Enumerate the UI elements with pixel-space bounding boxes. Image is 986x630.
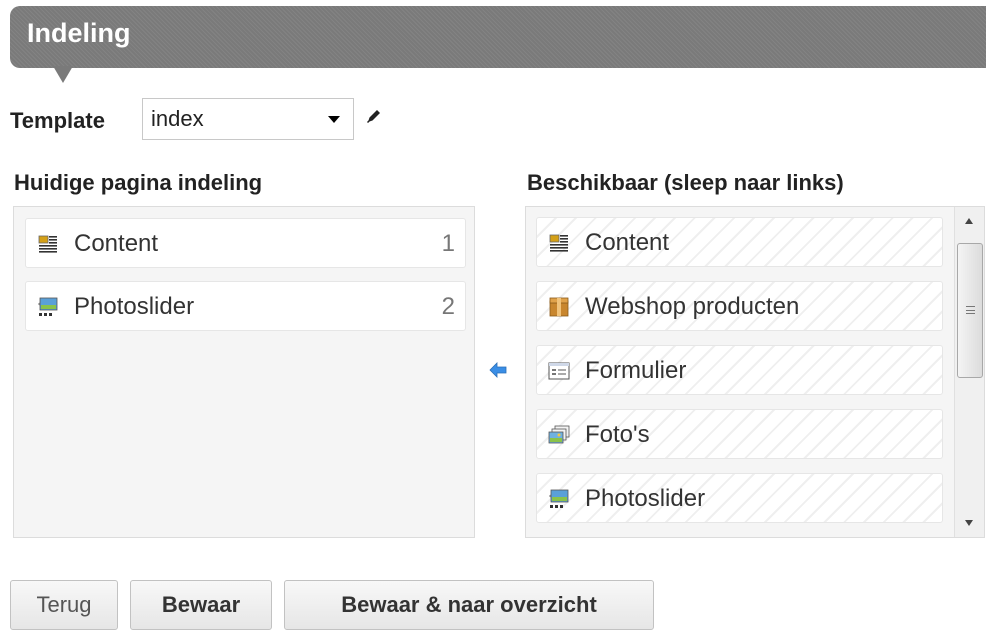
available-heading: Beschikbaar (sleep naar links) — [527, 170, 844, 195]
list-item[interactable]: Content — [536, 217, 943, 267]
scroll-up-arrow-icon[interactable] — [965, 218, 973, 224]
back-button[interactable]: Terug — [10, 580, 118, 630]
photoslider-icon — [549, 489, 569, 508]
pencil-icon[interactable] — [364, 106, 384, 126]
template-label: Template — [10, 108, 105, 133]
scroll-thumb[interactable] — [957, 243, 983, 378]
current-layout-heading: Huidige pagina indeling — [14, 170, 263, 195]
webshop-box-icon — [549, 297, 569, 317]
list-item[interactable]: Webshop producten — [536, 281, 943, 331]
section-title: Indeling — [27, 18, 131, 48]
list-item[interactable]: Photoslider — [536, 473, 943, 523]
list-item[interactable]: Formulier — [536, 345, 943, 395]
section-header: Indeling — [10, 6, 986, 68]
template-select-value: index — [151, 106, 204, 131]
arrow-left-icon — [489, 362, 507, 378]
list-item[interactable]: Photoslider 2 — [25, 281, 466, 331]
available-list[interactable]: Content Webshop producten Formulier Foto… — [525, 206, 985, 538]
list-item-label: Formulier — [585, 357, 687, 384]
list-item-order: 2 — [441, 293, 455, 320]
list-item-label: Foto's — [585, 421, 650, 448]
photos-icon — [548, 425, 570, 444]
available-scrollbar[interactable] — [954, 207, 984, 537]
content-icon — [38, 235, 57, 253]
chevron-down-icon — [328, 116, 340, 123]
list-item[interactable]: Content 1 — [25, 218, 466, 268]
save-and-overview-button[interactable]: Bewaar & naar overzicht — [284, 580, 654, 630]
photoslider-icon — [38, 297, 58, 316]
form-icon — [548, 362, 570, 380]
save-button[interactable]: Bewaar — [130, 580, 272, 630]
list-item-label: Content — [74, 230, 159, 257]
list-item-label: Webshop producten — [585, 293, 800, 320]
header-pointer — [53, 66, 73, 83]
grip-icon — [966, 306, 975, 314]
scroll-down-arrow-icon[interactable] — [965, 520, 973, 526]
list-item[interactable]: Foto's — [536, 409, 943, 459]
template-select[interactable]: index — [142, 98, 354, 140]
list-item-label: Photoslider — [74, 293, 195, 320]
list-item-label: Photoslider — [585, 485, 706, 512]
list-item-order: 1 — [441, 230, 455, 257]
list-item-label: Content — [585, 229, 670, 256]
current-layout-list[interactable]: Content 1 Photoslider 2 — [13, 206, 475, 538]
content-icon — [549, 234, 568, 252]
